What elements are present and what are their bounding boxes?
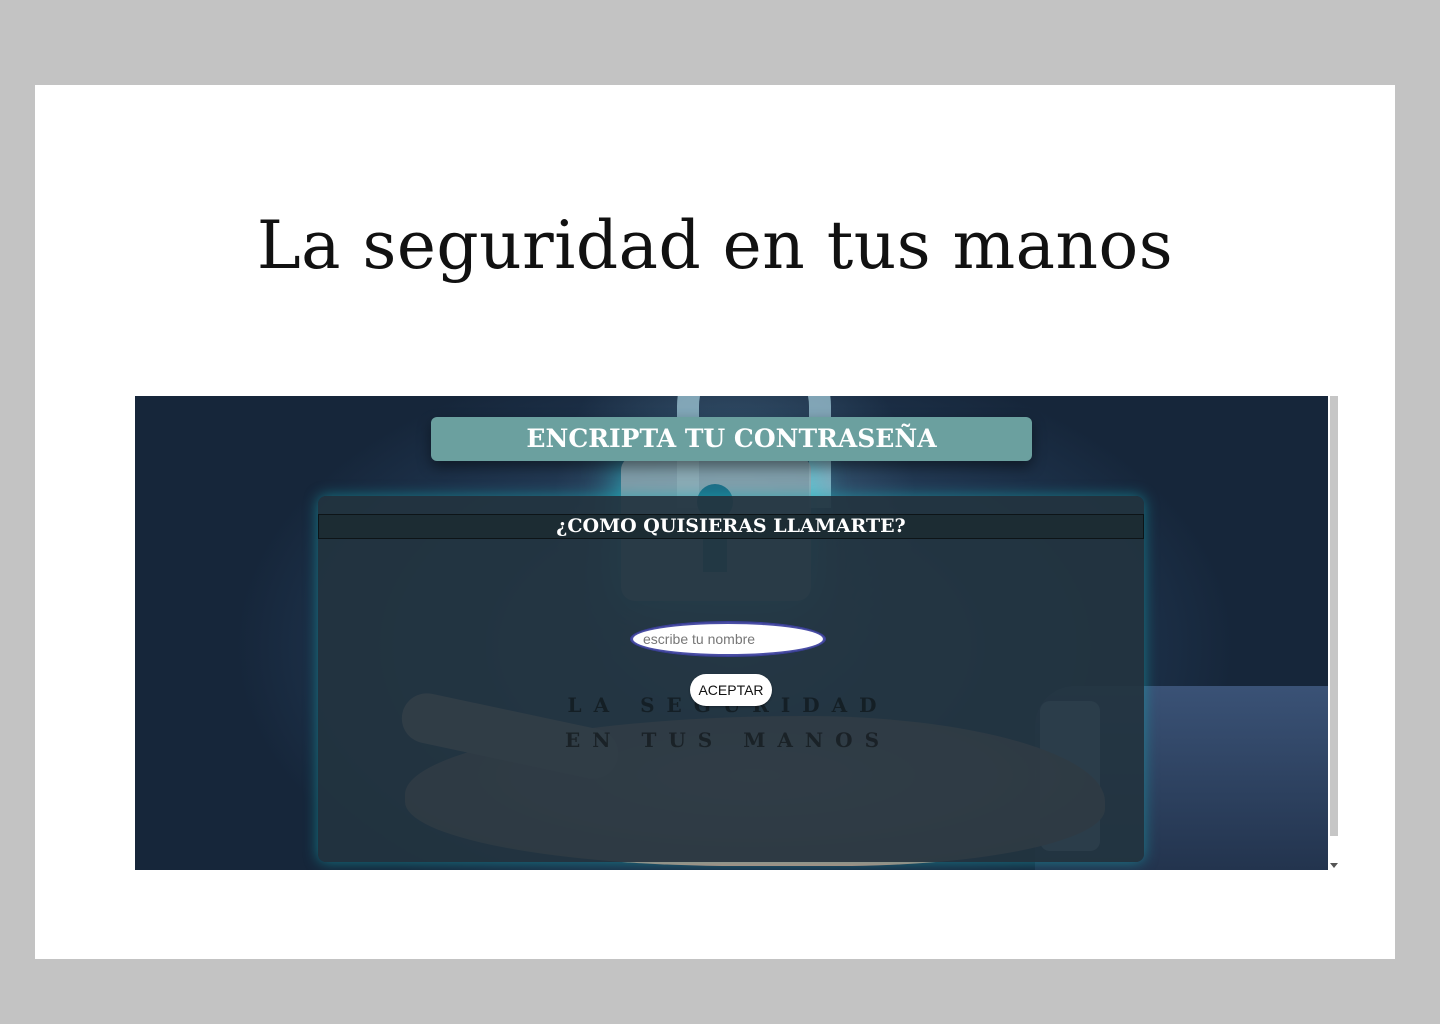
name-input[interactable] (630, 621, 826, 657)
accept-button[interactable]: ACEPTAR (690, 674, 772, 706)
app-title-banner: ENCRIPTA TU CONTRASEÑA (431, 417, 1032, 461)
panel-heading: ¿COMO QUISIERAS LLAMARTE? (318, 514, 1144, 539)
scrollbar-thumb[interactable] (1330, 396, 1338, 836)
name-form-panel: ¿COMO QUISIERAS LLAMARTE? LA SEGURIDAD E… (318, 496, 1144, 862)
app-background: ENCRIPTA TU CONTRASEÑA ¿COMO QUISIERAS L… (135, 396, 1328, 870)
embedded-app-frame: ENCRIPTA TU CONTRASEÑA ¿COMO QUISIERAS L… (135, 396, 1340, 870)
slide-title: La seguridad en tus manos (256, 207, 1174, 284)
scroll-down-arrow-icon[interactable] (1330, 863, 1338, 868)
slide: La seguridad en tus manos ENCRIPTA TU CO… (35, 85, 1395, 959)
scrollbar[interactable] (1328, 396, 1340, 870)
